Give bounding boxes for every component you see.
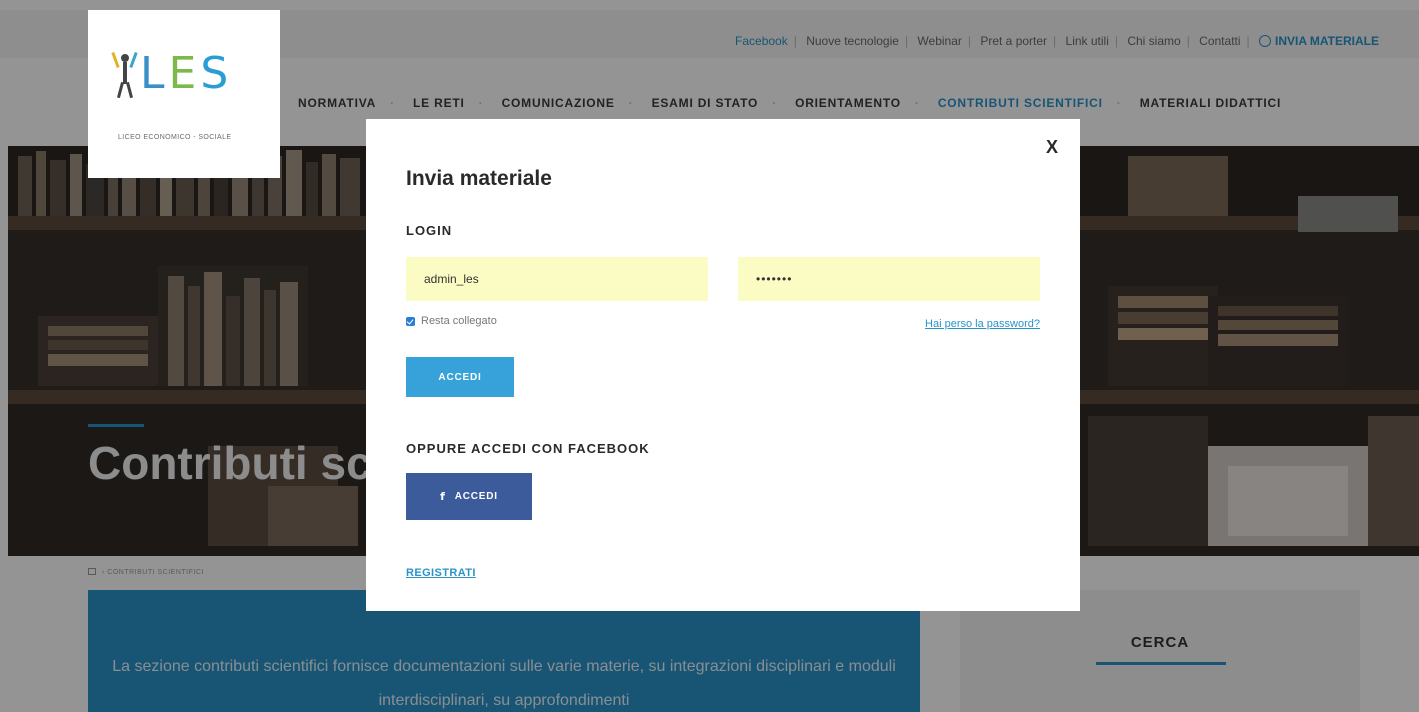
login-heading: LOGIN [406,223,453,238]
lost-password-link[interactable]: Hai perso la password? [925,318,1040,330]
facebook-login-label: ACCEDI [454,491,498,502]
logo-text: LES [140,48,233,99]
page: Facebook | Nuove tecnologie | Webinar | Pre… [0,0,1419,712]
remember-label: Resta collegato [421,315,497,327]
facebook-icon: f [440,490,446,503]
username-field[interactable] [406,257,708,301]
password-field[interactable] [738,257,1040,301]
logo-subtitle: LICEO ECONOMICO - SOCIALE [118,134,232,141]
remember-me[interactable]: Resta collegato [406,315,497,327]
modal-title: Invia materiale [406,167,552,190]
logo-figure-icon [111,50,138,99]
remember-checkbox[interactable] [406,316,415,326]
site-logo[interactable]: LES LICEO ECONOMICO - SOCIALE [88,10,280,178]
facebook-heading: OPPURE ACCEDI CON FACEBOOK [406,441,650,456]
close-button[interactable]: X [1046,137,1058,158]
login-button[interactable]: ACCEDI [406,357,514,397]
login-modal: X Invia materiale LOGIN Resta collegato … [366,119,1080,611]
register-link[interactable]: REGISTRATI [406,567,476,579]
facebook-login-button[interactable]: f ACCEDI [406,473,532,520]
